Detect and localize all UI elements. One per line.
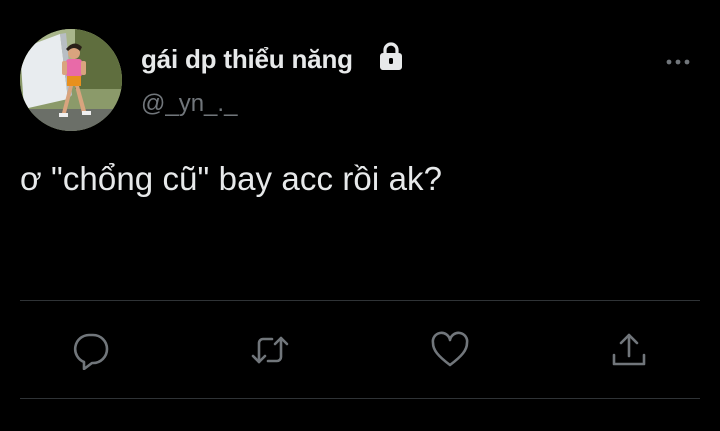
like-button[interactable] — [430, 330, 470, 370]
divider — [20, 398, 700, 399]
share-button[interactable] — [609, 330, 649, 370]
retweet-button[interactable] — [250, 330, 290, 370]
tweet-card: gái dp thiểu năng @_yn_._ ơ "chổng cũ" b… — [0, 0, 720, 431]
user-handle[interactable]: @_yn_._ — [141, 90, 237, 118]
tweet-text: ơ "chổng cũ" bay acc rồi ak? — [20, 160, 443, 197]
share-icon — [612, 333, 646, 366]
divider — [20, 300, 700, 301]
reply-icon — [73, 333, 109, 370]
retweet-icon — [251, 336, 289, 364]
avatar-image — [20, 29, 122, 131]
lock-icon — [377, 42, 405, 72]
more-icon[interactable] — [660, 50, 696, 74]
heart-icon — [431, 331, 469, 367]
reply-button[interactable] — [71, 330, 111, 370]
display-name[interactable]: gái dp thiểu năng — [141, 44, 353, 75]
avatar[interactable] — [20, 29, 122, 131]
